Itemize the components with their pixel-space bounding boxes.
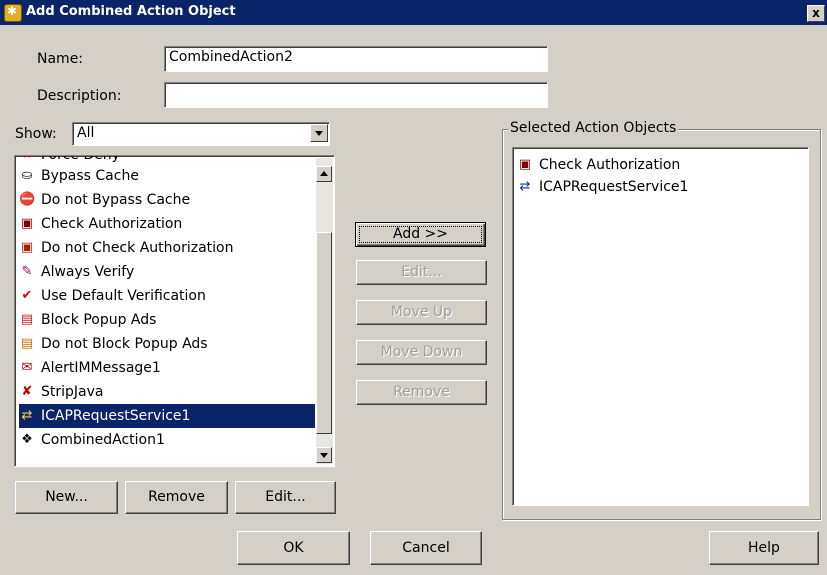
do-not-check-authorization-icon: ▣ [20, 240, 34, 255]
icap-request-icon: ⇄ [519, 179, 531, 194]
window-title: Add Combined Action Object [26, 4, 236, 19]
ok-button[interactable]: OK [237, 531, 350, 565]
description-label: Description: [37, 88, 122, 104]
block-popup-icon: ▤ [20, 312, 34, 327]
force-deny-icon: ✖ [19, 156, 35, 162]
check-authorization-icon: ▣ [20, 216, 34, 231]
edit-button[interactable]: Edit... [235, 481, 336, 514]
show-select[interactable]: All [72, 122, 330, 146]
selected-actions-list[interactable]: ▣ Check Authorization ⇄ ICAPRequestServi… [512, 147, 809, 506]
show-label: Show: [15, 126, 57, 142]
list-item[interactable]: ▤ Block Popup Ads [19, 308, 315, 332]
selected-actions-title: Selected Action Objects [508, 120, 679, 136]
close-button[interactable]: x [807, 5, 825, 22]
remove-button[interactable]: Remove [125, 481, 228, 514]
list-item-selected[interactable]: ⇄ ICAPRequestService1 [19, 404, 315, 428]
available-actions-list[interactable]: ✖ Force Deny ⛀ Bypass Cache ⛔ Do not Byp… [14, 155, 335, 467]
icap-request-icon: ⇄ [21, 408, 33, 423]
default-verification-icon: ✔ [21, 288, 33, 303]
vertical-scrollbar[interactable] [316, 158, 333, 464]
always-verify-icon: ✎ [21, 264, 33, 279]
scroll-up-arrow-icon[interactable] [316, 166, 332, 182]
list-item[interactable]: ✘ StripJava [19, 380, 315, 404]
list-item[interactable]: ✉ AlertIMMessage1 [19, 356, 315, 380]
list-item[interactable]: ✎ Always Verify [19, 260, 315, 284]
list-item[interactable]: ▣ Check Authorization [517, 153, 797, 177]
edit-selected-button[interactable]: Edit... [356, 260, 487, 285]
scroll-down-arrow-icon[interactable] [316, 447, 332, 463]
list-item[interactable]: ⛀ Bypass Cache [19, 164, 315, 188]
strip-java-icon: ✘ [21, 384, 33, 399]
name-label: Name: [37, 51, 84, 67]
add-button[interactable]: Add >> [355, 222, 486, 247]
alert-im-icon: ✉ [21, 360, 33, 375]
cancel-button[interactable]: Cancel [370, 531, 482, 565]
do-not-block-popup-icon: ▤ [20, 336, 34, 351]
new-button[interactable]: New... [15, 481, 118, 514]
scroll-thumb[interactable] [316, 232, 332, 434]
help-button[interactable]: Help [709, 531, 819, 565]
list-item[interactable]: ▣ Check Authorization [19, 212, 315, 236]
app-icon [4, 4, 22, 22]
focus-ring [359, 226, 482, 243]
move-up-button[interactable]: Move Up [356, 300, 487, 325]
name-input[interactable]: CombinedAction2 [164, 46, 548, 72]
combined-action-icon: ❖ [21, 432, 33, 447]
move-down-button[interactable]: Move Down [356, 340, 487, 365]
bypass-cache-icon: ⛀ [21, 168, 33, 183]
list-item[interactable]: ▤ Do not Block Popup Ads [19, 332, 315, 356]
remove-selected-button[interactable]: Remove [356, 380, 487, 405]
list-item[interactable]: ⇄ ICAPRequestService1 [517, 175, 797, 199]
chevron-down-icon[interactable] [310, 124, 328, 142]
title-bar: Add Combined Action Object x [0, 0, 827, 25]
list-item[interactable]: ▣ Do not Check Authorization [19, 236, 315, 260]
list-item[interactable]: ❖ CombinedAction1 [19, 428, 315, 452]
check-authorization-icon: ▣ [518, 157, 532, 172]
do-not-bypass-cache-icon: ⛔ [19, 192, 36, 207]
description-input[interactable] [164, 82, 548, 108]
list-item[interactable]: ✔ Use Default Verification [19, 284, 315, 308]
show-select-value: All [77, 125, 95, 141]
list-item[interactable]: ⛔ Do not Bypass Cache [19, 188, 315, 212]
